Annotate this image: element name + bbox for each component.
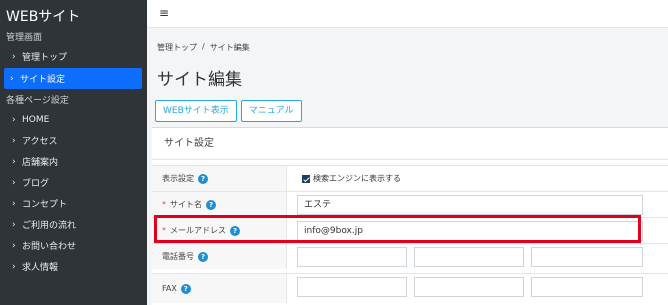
sidebar-item-label: HOME [22,114,50,125]
form-label-text: サイト名 [170,200,202,209]
chevron-right-icon: › [12,261,16,272]
form-label: * メールアドレス ? [152,218,287,243]
form-row-phone: 電話番号 ? [152,243,668,269]
form-row-email: * メールアドレス ? info@9box.jp [152,217,668,243]
sidebar-item-label: アクセス [22,137,58,147]
page-title: サイト編集 [157,70,242,90]
breadcrumb-home-link[interactable]: 管理トップ [157,42,197,53]
form-label: 表示設定 ? [152,166,287,191]
chevron-right-icon: › [12,219,16,230]
phone-input-1[interactable] [297,247,407,267]
sidebar-item-recruit[interactable]: › 求人情報 [0,256,147,277]
checkbox-label: 検索エンジンに表示する [313,174,401,183]
site-settings-card: サイト設定 表示設定 ? 検索エンジンに表示する * サイト名 ? エステ * メー… [152,127,668,305]
help-icon[interactable]: ? [198,251,208,262]
email-input[interactable]: info@9box.jp [297,221,643,241]
chevron-right-icon: › [12,240,16,251]
form-label: 電話番号 ? [152,244,287,269]
help-icon[interactable]: ? [230,225,240,236]
sidebar-item-label: お問い合わせ [22,242,77,252]
search-engine-checkbox[interactable] [302,174,310,183]
sidebar: WEBサイト 管理画面 › 管理トップ › サイト設定 各種ページ設定 › HO… [0,0,147,305]
fax-input-2[interactable] [414,277,524,297]
sidebar-item-blog[interactable]: › ブログ [0,172,147,193]
sidebar-item-label: 求人情報 [22,263,59,273]
main-content: 管理トップ / サイト編集 サイト編集 WEBサイト表示 マニュアル サイト設定… [147,28,668,305]
breadcrumb-current: サイト編集 [209,43,250,52]
form-label-text: 表示設定 [162,174,194,183]
sidebar-item-admin-top[interactable]: › 管理トップ [0,46,147,67]
form-row-display: 表示設定 ? 検索エンジンに表示する [152,165,668,191]
form-row-fax: FAX ? [152,273,668,303]
sidebar-item-label: 店舗案内 [22,158,59,168]
sidebar-item-site-settings[interactable]: › サイト設定 [4,68,142,89]
phone-input-2[interactable] [414,247,524,267]
sidebar-item-label: ブログ [22,179,50,189]
sidebar-item-concept[interactable]: › コンセプト [0,193,147,214]
chevron-right-icon: › [12,177,16,188]
chevron-right-icon: › [10,73,14,84]
section-label-admin: 管理画面 [6,33,43,43]
help-icon[interactable]: ? [180,283,191,294]
sidebar-item-label: サイト設定 [20,75,66,85]
website-view-button[interactable]: WEBサイト表示 [155,100,237,122]
form-label: * サイト名 ? [152,192,287,217]
brand-title: WEBサイト [6,9,81,25]
form-row-site-name: * サイト名 ? エステ [152,191,668,217]
site-name-input[interactable]: エステ [297,195,643,215]
fax-input-1[interactable] [297,277,407,297]
sidebar-item-contact[interactable]: › お問い合わせ [0,235,147,256]
sidebar-item-flow[interactable]: › ご利用の流れ [0,214,147,235]
section-label-pages: 各種ページ設定 [6,96,69,106]
sidebar-item-label: コンセプト [22,200,68,210]
card-header: サイト設定 [152,128,668,160]
chevron-right-icon: › [12,114,16,125]
search-engine-checkbox-group[interactable]: 検索エンジンに表示する [302,173,401,184]
chevron-right-icon: › [12,156,16,167]
sidebar-item-store[interactable]: › 店舗案内 [0,151,147,172]
required-marker: * [162,226,166,235]
chevron-right-icon: › [12,198,16,209]
hamburger-menu-icon[interactable]: ≡ [159,6,169,20]
form-label-text: FAX [162,284,177,293]
breadcrumb: 管理トップ / サイト編集 [157,42,250,53]
tab-buttons: WEBサイト表示 マニュアル [155,100,302,122]
sidebar-item-label: 管理トップ [22,53,68,63]
help-icon[interactable]: ? [206,199,216,210]
manual-button[interactable]: マニュアル [240,100,302,122]
form-label-text: 電話番号 [162,252,194,261]
sidebar-item-home[interactable]: › HOME [0,109,147,130]
sidebar-item-label: ご利用の流れ [22,221,77,231]
form-label: FAX ? [152,274,287,303]
phone-input-3[interactable] [531,247,643,267]
chevron-right-icon: › [12,51,16,62]
breadcrumb-separator: / [202,42,205,51]
fax-input-3[interactable] [531,277,643,297]
chevron-right-icon: › [12,135,16,146]
help-icon[interactable]: ? [198,173,208,184]
required-marker: * [162,200,166,209]
sidebar-item-access[interactable]: › アクセス [0,130,147,151]
form-label-text: メールアドレス [170,226,226,235]
top-bar: ≡ [147,0,668,28]
